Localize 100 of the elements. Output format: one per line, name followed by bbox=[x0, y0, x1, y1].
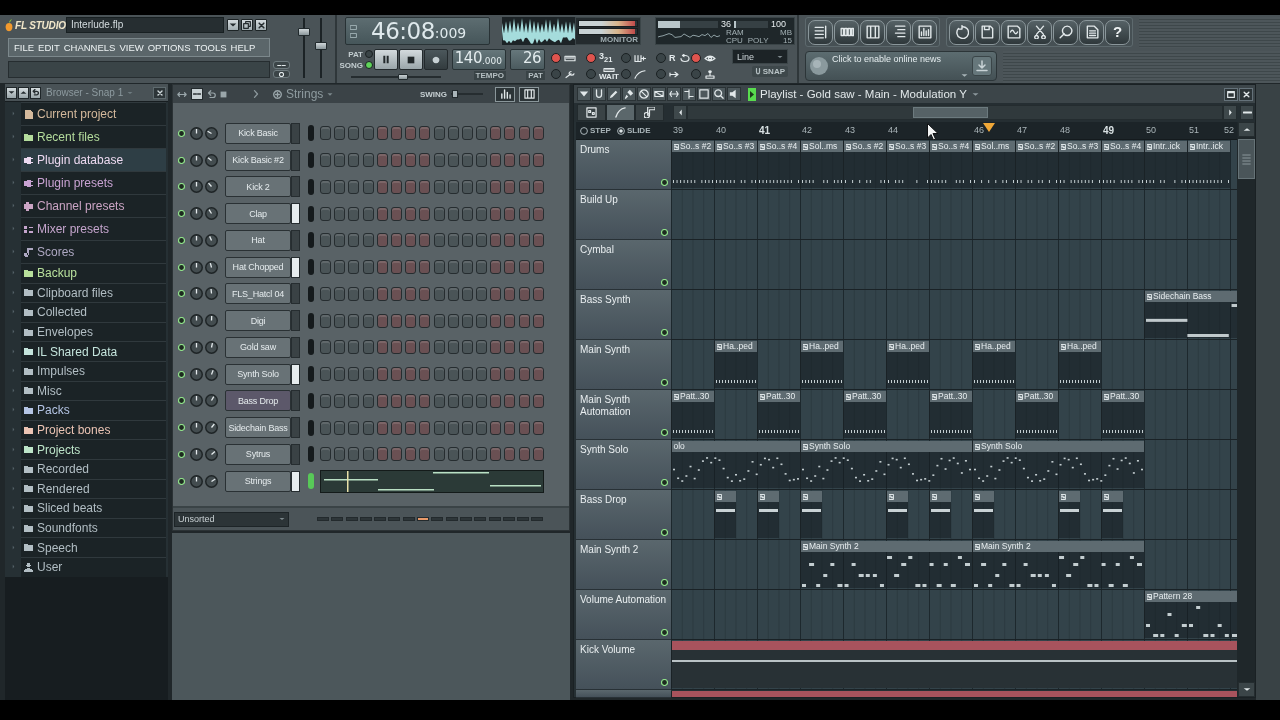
step-button[interactable] bbox=[419, 179, 431, 194]
channel-button[interactable]: Gold saw bbox=[225, 336, 291, 358]
step-button[interactable] bbox=[405, 420, 417, 435]
close-button[interactable] bbox=[153, 86, 166, 99]
step-button[interactable] bbox=[362, 206, 374, 221]
step-button[interactable] bbox=[433, 420, 445, 435]
knob-icon[interactable] bbox=[190, 233, 203, 247]
step-button[interactable] bbox=[518, 367, 530, 382]
step-button[interactable] bbox=[518, 393, 530, 408]
step-button[interactable] bbox=[405, 447, 417, 462]
step-button[interactable] bbox=[362, 179, 374, 194]
window-toggle[interactable] bbox=[860, 19, 885, 45]
knob-icon[interactable] bbox=[190, 340, 203, 354]
step-button[interactable] bbox=[362, 126, 374, 141]
step-button[interactable] bbox=[504, 340, 516, 355]
step-button[interactable] bbox=[461, 313, 473, 328]
knob-icon[interactable] bbox=[190, 474, 203, 488]
filter-dropdown[interactable]: Unsorted bbox=[174, 511, 289, 527]
step-button[interactable] bbox=[390, 393, 402, 408]
browser-item[interactable]: Plugin presets bbox=[21, 171, 166, 194]
step-button[interactable] bbox=[390, 233, 402, 248]
pattern-clip[interactable]: Patt..30 bbox=[1101, 391, 1144, 438]
channel-title[interactable]: Strings bbox=[286, 87, 324, 101]
pattern-clip[interactable]: Ha..ped bbox=[800, 341, 843, 388]
step-button[interactable] bbox=[490, 340, 502, 355]
keyboard-button[interactable] bbox=[519, 86, 539, 102]
step-button[interactable] bbox=[405, 313, 417, 328]
knob-icon[interactable] bbox=[205, 394, 218, 408]
pattern-clip[interactable] bbox=[972, 491, 994, 538]
step-button[interactable] bbox=[390, 286, 402, 301]
slider-thumb[interactable] bbox=[298, 28, 310, 37]
step-button[interactable] bbox=[320, 153, 331, 168]
step-button[interactable] bbox=[447, 447, 459, 462]
step-button[interactable] bbox=[504, 260, 516, 275]
led-icon[interactable] bbox=[178, 263, 185, 271]
step-button[interactable] bbox=[390, 153, 402, 168]
tool-button[interactable] bbox=[727, 87, 741, 101]
tool-button[interactable] bbox=[637, 87, 651, 101]
channel-button[interactable]: FLS_Hatcl 04 bbox=[225, 283, 291, 305]
led-icon[interactable] bbox=[661, 179, 668, 186]
step-button[interactable] bbox=[419, 313, 431, 328]
step-button[interactable] bbox=[320, 340, 331, 355]
step-button[interactable] bbox=[320, 447, 331, 462]
knob-icon[interactable] bbox=[190, 126, 203, 140]
knob-icon[interactable] bbox=[205, 447, 218, 461]
step-button[interactable] bbox=[518, 340, 530, 355]
step-button[interactable] bbox=[334, 206, 346, 221]
step-button[interactable] bbox=[490, 206, 502, 221]
step-button[interactable] bbox=[476, 153, 488, 168]
knob-icon[interactable] bbox=[205, 287, 218, 301]
tool-button[interactable] bbox=[682, 87, 696, 101]
step-button[interactable] bbox=[362, 153, 374, 168]
step-button[interactable] bbox=[376, 340, 388, 355]
step-button[interactable] bbox=[320, 393, 331, 408]
step-button[interactable] bbox=[348, 179, 360, 194]
close-button[interactable] bbox=[1239, 87, 1253, 101]
browser-item[interactable]: Envelopes bbox=[21, 321, 166, 342]
step-button[interactable] bbox=[419, 153, 431, 168]
pattern-clip[interactable] bbox=[886, 491, 908, 538]
browser-item[interactable]: Rendered bbox=[21, 478, 166, 499]
option-toggle[interactable]: WAIT bbox=[586, 66, 619, 82]
knob-icon[interactable] bbox=[205, 340, 218, 354]
pattern-clip[interactable]: So..s #4 bbox=[1101, 141, 1144, 188]
snap-toggle[interactable]: SNAP bbox=[751, 66, 788, 77]
track-header[interactable]: Synth Solo bbox=[576, 440, 671, 490]
step-button[interactable] bbox=[532, 367, 544, 382]
step-button[interactable] bbox=[334, 126, 346, 141]
led-icon[interactable] bbox=[178, 450, 185, 458]
step-button[interactable] bbox=[433, 179, 445, 194]
step-button[interactable] bbox=[348, 393, 360, 408]
browser-item[interactable]: Project bones bbox=[21, 419, 166, 440]
step-button[interactable] bbox=[390, 126, 402, 141]
step-button[interactable] bbox=[476, 393, 488, 408]
led-icon[interactable] bbox=[661, 479, 668, 486]
step-button[interactable] bbox=[348, 286, 360, 301]
step-button[interactable] bbox=[476, 126, 488, 141]
help-button[interactable]: ? bbox=[1105, 19, 1130, 45]
track-header[interactable]: Build Up bbox=[576, 190, 671, 240]
step-button[interactable] bbox=[476, 260, 488, 275]
knob-icon[interactable] bbox=[205, 260, 218, 274]
browser-item[interactable]: Clipboard files bbox=[21, 282, 166, 303]
stop-button[interactable] bbox=[399, 49, 423, 70]
channel-button[interactable]: Kick Basic #2 bbox=[225, 149, 291, 171]
tool-button[interactable] bbox=[592, 87, 606, 101]
step-button[interactable] bbox=[447, 420, 459, 435]
option-toggle[interactable]: 3$_{21}$ bbox=[586, 50, 613, 66]
scroll-down-button[interactable] bbox=[1238, 682, 1255, 697]
step-button[interactable] bbox=[532, 179, 544, 194]
pattern-clip[interactable]: So..s #2 bbox=[843, 141, 886, 188]
step-button[interactable] bbox=[461, 447, 473, 462]
led-icon[interactable] bbox=[178, 370, 185, 378]
step-button[interactable] bbox=[348, 313, 360, 328]
step-button[interactable] bbox=[461, 393, 473, 408]
browser-item[interactable]: Sliced beats bbox=[21, 498, 166, 518]
window-toggle[interactable] bbox=[886, 19, 911, 45]
channel-button[interactable]: Bass Drop bbox=[225, 390, 291, 412]
up-button[interactable] bbox=[18, 86, 29, 99]
step-button[interactable] bbox=[334, 340, 346, 355]
pattern-clip[interactable]: Patt..30 bbox=[1015, 391, 1058, 438]
swing-slider[interactable] bbox=[451, 90, 483, 98]
